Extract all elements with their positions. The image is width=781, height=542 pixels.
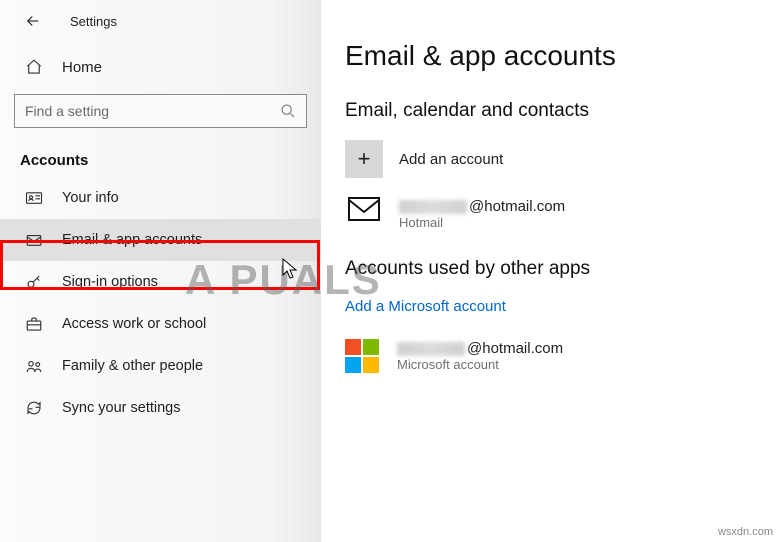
home-label: Home bbox=[62, 59, 102, 76]
sidebar-item-label: Sync your settings bbox=[62, 400, 180, 416]
sidebar-item-sync-settings[interactable]: Sync your settings bbox=[0, 387, 321, 429]
sidebar-item-email-app-accounts[interactable]: Email & app accounts bbox=[0, 219, 321, 261]
microsoft-logo-icon bbox=[345, 339, 379, 373]
section-accounts-other-apps-title: Accounts used by other apps bbox=[345, 258, 751, 280]
add-microsoft-account-link[interactable]: Add a Microsoft account bbox=[345, 298, 506, 315]
search-icon bbox=[280, 103, 296, 119]
footer-attribution: wsxdn.com bbox=[718, 526, 773, 538]
sidebar-item-your-info[interactable]: Your info bbox=[0, 177, 321, 219]
redacted-text bbox=[397, 342, 465, 356]
sidebar-item-label: Access work or school bbox=[62, 316, 206, 332]
home-icon bbox=[20, 58, 48, 76]
account-hotmail[interactable]: @hotmail.com Hotmail bbox=[345, 198, 751, 230]
add-account-button[interactable]: + Add an account bbox=[345, 140, 751, 178]
account-info: @hotmail.com Microsoft account bbox=[397, 340, 563, 372]
key-icon bbox=[20, 273, 48, 291]
section-email-calendar-contacts-title: Email, calendar and contacts bbox=[345, 100, 751, 122]
redacted-text bbox=[399, 200, 467, 214]
account-type-label: Hotmail bbox=[399, 215, 565, 230]
window-title: Settings bbox=[70, 14, 117, 29]
sidebar-item-label: Sign-in options bbox=[62, 274, 158, 290]
sidebar-item-label: Email & app accounts bbox=[62, 232, 202, 248]
sidebar: Settings Home Accounts Your info Email &… bbox=[0, 0, 321, 542]
sidebar-item-family-other-people[interactable]: Family & other people bbox=[0, 345, 321, 387]
account-type-label: Microsoft account bbox=[397, 357, 563, 372]
search-box[interactable] bbox=[14, 94, 307, 128]
account-info: @hotmail.com Hotmail bbox=[399, 198, 565, 230]
search-input[interactable] bbox=[25, 103, 280, 119]
sidebar-item-sign-in-options[interactable]: Sign-in options bbox=[0, 261, 321, 303]
category-title: Accounts bbox=[0, 138, 321, 177]
home-button[interactable]: Home bbox=[0, 48, 321, 86]
mail-icon bbox=[20, 231, 48, 249]
sidebar-item-access-work-school[interactable]: Access work or school bbox=[0, 303, 321, 345]
account-email: @hotmail.com bbox=[399, 198, 565, 215]
plus-icon: + bbox=[345, 140, 383, 178]
sidebar-item-label: Family & other people bbox=[62, 358, 203, 374]
main-content: Email & app accounts Email, calendar and… bbox=[321, 0, 781, 542]
sidebar-item-label: Your info bbox=[62, 190, 119, 206]
account-email: @hotmail.com bbox=[397, 340, 563, 357]
briefcase-icon bbox=[20, 315, 48, 333]
people-icon bbox=[20, 357, 48, 375]
person-card-icon bbox=[20, 189, 48, 207]
page-title: Email & app accounts bbox=[345, 40, 751, 72]
add-account-label: Add an account bbox=[399, 151, 503, 168]
envelope-icon bbox=[345, 197, 383, 221]
back-arrow-icon[interactable] bbox=[24, 12, 42, 30]
header-row: Settings bbox=[0, 12, 321, 48]
account-microsoft[interactable]: @hotmail.com Microsoft account bbox=[345, 339, 751, 373]
sync-icon bbox=[20, 399, 48, 417]
